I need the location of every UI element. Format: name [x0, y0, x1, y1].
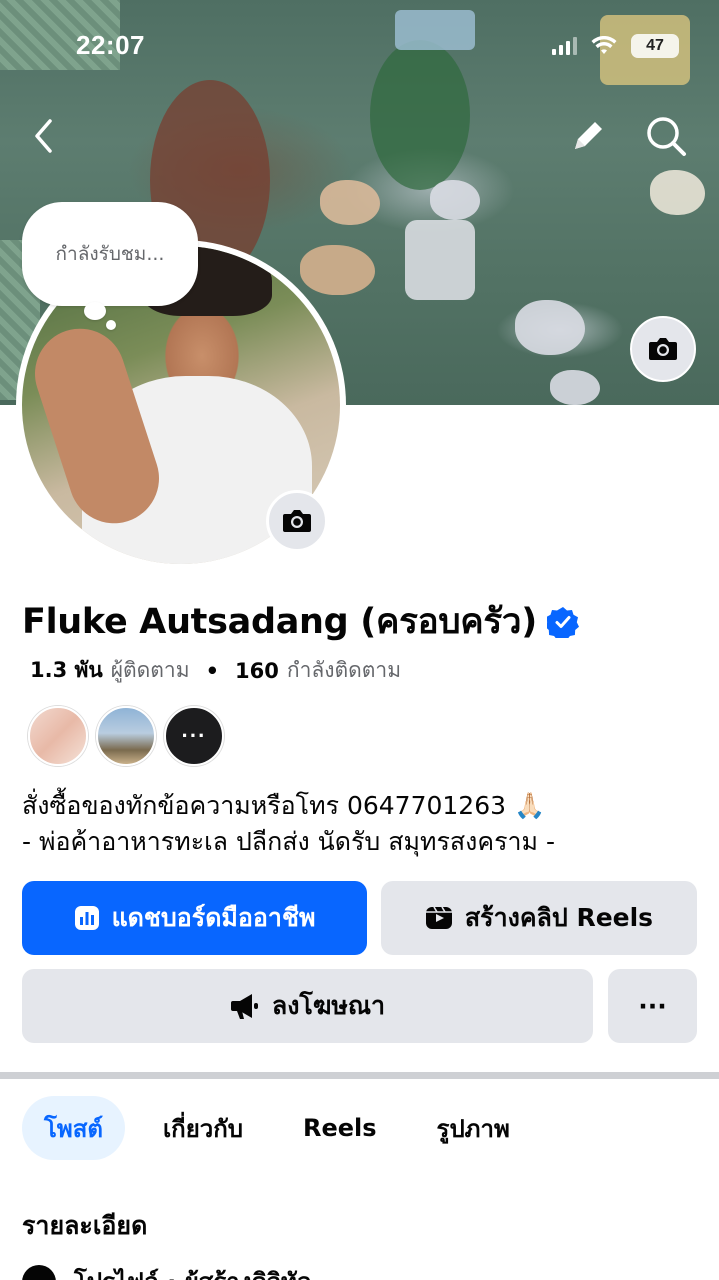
cover-stool — [405, 220, 475, 300]
profile-tabs: โพสต์ เกี่ยวกับ Reels รูปภาพ — [22, 1096, 548, 1160]
friend-avatar[interactable] — [96, 706, 156, 766]
tab-reels[interactable]: Reels — [281, 1096, 399, 1160]
back-button[interactable] — [20, 112, 68, 160]
verified-badge-icon — [546, 606, 579, 638]
status-icons: 47 — [552, 34, 679, 58]
avatar-camera-button[interactable] — [266, 490, 328, 552]
tab-about[interactable]: เกี่ยวกับ — [141, 1096, 265, 1160]
friends-more-button[interactable]: ··· — [164, 706, 224, 766]
wifi-icon — [591, 36, 617, 54]
megaphone-icon — [230, 994, 258, 1019]
advertise-label: ลงโฆษณา — [271, 991, 386, 1020]
chevron-left-icon — [35, 119, 52, 153]
followers-count[interactable]: 1.3 พัน — [30, 654, 103, 687]
note-bubble-tail — [106, 320, 116, 330]
dashboard-chart-icon — [74, 906, 99, 930]
search-button[interactable] — [642, 112, 690, 160]
bio-line: สั่งซื้อของทักข้อความหรือโทร 0647701263 … — [22, 791, 546, 820]
advertise-button[interactable]: ลงโฆษณา — [22, 969, 593, 1043]
cover-camera-button[interactable] — [630, 316, 696, 382]
profile-name: Fluke Autsadang (ครอบครัว) — [22, 602, 537, 642]
create-reels-button[interactable]: สร้างคลิป Reels — [381, 881, 697, 955]
tab-photos[interactable]: รูปภาพ — [415, 1096, 532, 1160]
camera-icon — [649, 338, 677, 360]
professional-dashboard-button[interactable]: แดชบอร์ดมืออาชีพ — [22, 881, 367, 955]
pencil-icon — [575, 122, 602, 149]
details-title: รายละเอียด — [22, 1211, 148, 1240]
status-time: 22:07 — [76, 30, 145, 60]
bio-line: - พ่อค้าอาหารทะเล ปลีกส่ง นัดรับ สมุทรสง… — [22, 827, 555, 856]
following-count[interactable]: 160 — [235, 659, 279, 683]
followers-label[interactable]: ผู้ติดตาม — [111, 654, 190, 687]
cover-person — [370, 40, 470, 190]
more-options-button[interactable]: ··· — [608, 969, 697, 1043]
camera-icon — [283, 510, 311, 532]
note-bubble[interactable]: กำลังรับชม... — [22, 202, 198, 306]
note-bubble-tail — [84, 302, 106, 320]
detail-row-text: โปรไฟล์ · ผู้สร้างดิจิทัล — [74, 1262, 312, 1280]
edit-button[interactable] — [564, 112, 612, 160]
search-icon — [647, 117, 686, 156]
cover-decor — [395, 10, 475, 50]
reels-icon — [425, 906, 452, 929]
section-divider — [0, 1072, 719, 1079]
friend-avatar[interactable] — [28, 706, 88, 766]
profile-stats: 1.3 พัน ผู้ติดตาม • 160 กำลังติดตาม — [30, 654, 401, 687]
create-reels-label: สร้างคลิป Reels — [464, 903, 654, 932]
friends-row[interactable]: ··· — [28, 706, 224, 766]
profile-name-row: Fluke Autsadang (ครอบครัว) — [22, 594, 579, 649]
profile-bio: สั่งซื้อของทักข้อความหรือโทร 0647701263 … — [22, 788, 555, 860]
info-icon — [22, 1264, 56, 1280]
following-label[interactable]: กำลังติดตาม — [287, 654, 401, 687]
signal-icon — [552, 37, 577, 55]
detail-row[interactable]: โปรไฟล์ · ผู้สร้างดิจิทัล — [22, 1262, 312, 1280]
battery-indicator: 47 — [631, 34, 679, 58]
note-bubble-text: กำลังรับชม... — [55, 243, 165, 265]
more-dots-icon: ··· — [638, 991, 667, 1021]
professional-dashboard-label: แดชบอร์ดมืออาชีพ — [111, 903, 316, 932]
tab-posts[interactable]: โพสต์ — [22, 1096, 125, 1160]
stats-separator: • — [205, 658, 220, 683]
